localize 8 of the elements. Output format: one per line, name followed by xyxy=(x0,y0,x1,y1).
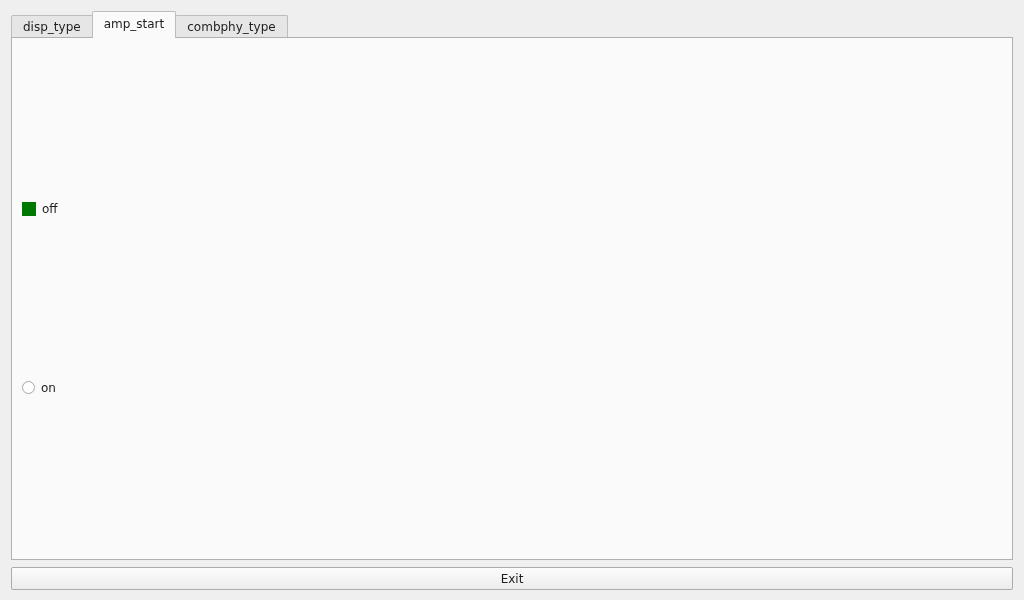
option-label[interactable]: on xyxy=(41,380,56,395)
tab[interactable]: combphy_type xyxy=(175,15,288,37)
option-label[interactable]: off xyxy=(42,202,58,217)
tab[interactable]: disp_type xyxy=(11,15,93,37)
selected-radio-indicator[interactable] xyxy=(22,202,36,217)
exit-button[interactable]: Exit xyxy=(11,567,1013,590)
radio-button[interactable] xyxy=(22,381,35,395)
tab[interactable]: amp_start xyxy=(91,11,177,38)
